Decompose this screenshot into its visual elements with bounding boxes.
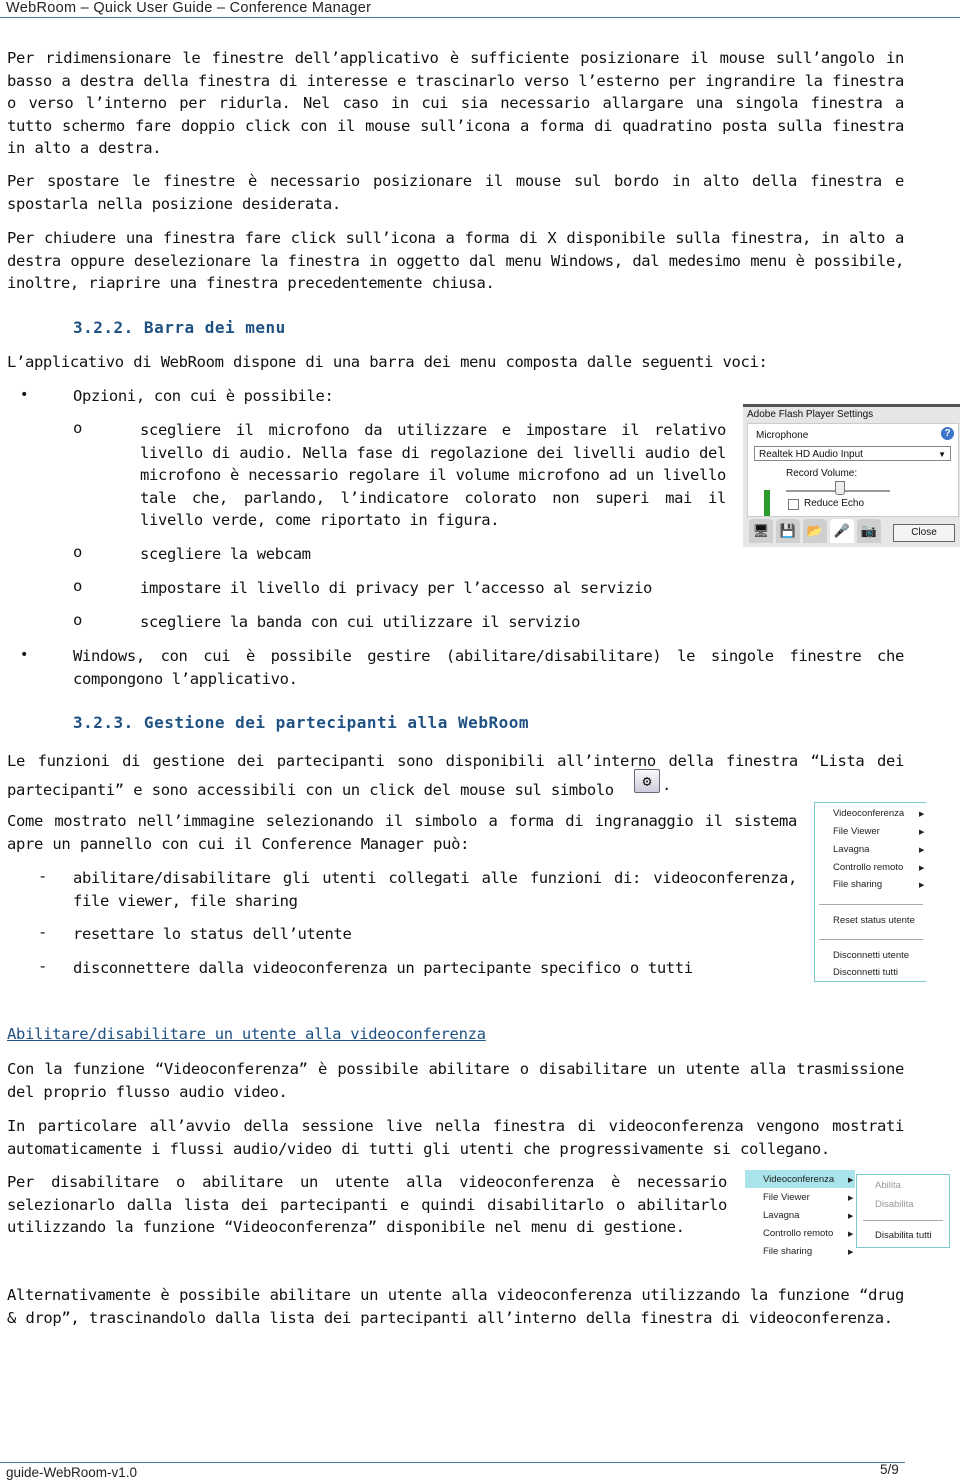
record-volume-label: Record Volume: <box>786 468 858 479</box>
help-icon[interactable]: ? <box>941 427 954 440</box>
menu-item-videoconferenza[interactable]: Videoconferenza <box>833 808 904 819</box>
manager-menu: Videoconferenza ▶ File Viewer ▶ Lavagna … <box>814 802 926 982</box>
chevron-down-icon: ▼ <box>938 450 946 459</box>
action-reset-status: resettare lo status dell’utente <box>73 925 352 943</box>
dash-icon: - <box>38 923 48 941</box>
paragraph-end: . <box>662 776 672 794</box>
bullet-icon: • <box>20 647 29 663</box>
sub-bullet-webcam: scegliere la webcam <box>140 545 311 563</box>
chevron-right-icon: ▶ <box>919 865 925 872</box>
heading-enable-user: Abilitare/disabilitare un utente alla vi… <box>7 1025 486 1043</box>
sub-bullet-icon: o <box>73 419 83 437</box>
flash-section-label: Microphone <box>756 430 809 441</box>
audio-level-meter <box>764 490 770 516</box>
flash-settings-panel: Adobe Flash Player Settings Microphone ?… <box>743 404 960 547</box>
menu-item-disconnect-all[interactable]: Disconnetti tutti <box>833 967 898 978</box>
flash-microphone-box: Microphone ? Realtek HD Audio Input ▼ Re… <box>747 423 959 517</box>
paragraph-video-4: Alternativamente è possibile abilitare u… <box>7 1286 904 1327</box>
video-submenu: Abilita Disabilita Disabilita tutti <box>856 1174 950 1248</box>
paragraph-participants-1: Le funzioni di gestione dei partecipanti… <box>7 752 904 799</box>
dash-icon: - <box>38 867 48 885</box>
menu-item-controllo-remoto[interactable]: Controllo remoto <box>833 862 903 873</box>
action-disconnect: disconnettere dalla videoconferenza un p… <box>73 959 693 977</box>
sub-bullet-microphone: scegliere il microfono da utilizzare e i… <box>140 421 726 529</box>
paragraph-close: Per chiudere una finestra fare click sul… <box>7 229 904 292</box>
paragraph-video-1: Con la funzione “Videoconferenza” è poss… <box>7 1060 904 1101</box>
dash-icon: - <box>38 957 48 975</box>
page-number: 5/9 <box>880 1462 899 1477</box>
chevron-right-icon: ▶ <box>919 847 925 854</box>
webcam-tab-icon[interactable]: 📷 <box>857 519 881 543</box>
chevron-right-icon: ▶ <box>848 1213 854 1220</box>
menu-item-file-sharing[interactable]: File sharing <box>833 879 882 890</box>
sub-bullet-bandwidth: scegliere la banda con cui utilizzare il… <box>140 613 581 631</box>
menu-item-controllo-remoto[interactable]: Controllo remoto <box>763 1228 833 1239</box>
menu-divider <box>819 904 923 905</box>
menu-item-disconnect-user[interactable]: Disconnetti utente <box>833 950 909 961</box>
menu-item-videoconferenza[interactable]: Videoconferenza <box>763 1174 834 1185</box>
chevron-right-icon: ▶ <box>848 1249 854 1256</box>
flash-panel-title: Adobe Flash Player Settings <box>747 409 874 420</box>
sub-bullet-icon: o <box>73 577 83 595</box>
video-menu: Videoconferenza ▶ File Viewer ▶ Lavagna … <box>745 1170 855 1265</box>
menu-divider <box>819 939 923 940</box>
sub-bullet-privacy: impostare il livello di privacy per l’ac… <box>140 579 652 597</box>
microphone-select[interactable]: Realtek HD Audio Input ▼ <box>754 446 951 461</box>
chevron-right-icon: ▶ <box>919 882 925 889</box>
paragraph-menu-intro: L’applicativo di WebRoom dispone di una … <box>7 353 768 371</box>
chevron-right-icon: ▶ <box>919 829 925 836</box>
gear-icon[interactable]: ⚙ <box>634 769 660 793</box>
menu-item-file-sharing[interactable]: File sharing <box>763 1246 812 1257</box>
microphone-select-value: Realtek HD Audio Input <box>759 449 863 460</box>
header-divider <box>0 17 960 18</box>
bullet-options: Opzioni, con cui è possibile: <box>73 387 334 405</box>
action-enable-disable: abilitare/disabilitare gli utenti colleg… <box>73 869 797 910</box>
menu-item-lavagna[interactable]: Lavagna <box>833 844 869 855</box>
microphone-tab-icon[interactable]: 🎤 <box>830 519 854 543</box>
paragraph-resize: Per ridimensionare le finestre dell’appl… <box>7 49 904 157</box>
record-volume-slider-handle[interactable] <box>835 481 845 495</box>
folder-tab-icon[interactable]: 📂 <box>803 519 827 543</box>
heading-menu-bar: 3.2.2. Barra dei menu <box>73 318 286 337</box>
page-header: WebRoom – Quick User Guide – Conference … <box>0 0 960 18</box>
storage-tab-icon[interactable]: 💾 <box>776 519 800 543</box>
paragraph-participants-2: Come mostrato nell’immagine selezionando… <box>7 812 797 853</box>
submenu-item-disabilita-tutti[interactable]: Disabilita tutti <box>875 1230 932 1241</box>
reduce-echo-label: Reduce Echo <box>804 498 865 509</box>
heading-participants: 3.2.3. Gestione dei partecipanti alla We… <box>73 713 529 732</box>
sub-bullet-icon: o <box>73 611 83 629</box>
paragraph-video-2: In particolare all’avvio della sessione … <box>7 1117 904 1158</box>
chevron-right-icon: ▶ <box>919 811 925 818</box>
paragraph-move: Per spostare le finestre è necessario po… <box>7 172 904 213</box>
footer-doc-id: guide-WebRoom-v1.0 <box>6 1465 138 1480</box>
menu-item-file-viewer[interactable]: File Viewer <box>763 1192 810 1203</box>
chevron-right-icon: ▶ <box>848 1195 854 1202</box>
close-button[interactable]: Close <box>893 524 955 542</box>
header-title: WebRoom – Quick User Guide – Conference … <box>6 0 372 16</box>
submenu-item-abilita[interactable]: Abilita <box>875 1180 901 1191</box>
chevron-right-icon: ▶ <box>848 1231 854 1238</box>
menu-item-reset-status[interactable]: Reset status utente <box>833 915 915 926</box>
chevron-right-icon: ▶ <box>848 1177 854 1184</box>
paragraph-video-3: Per disabilitare o abilitare un utente a… <box>7 1173 727 1236</box>
sub-bullet-icon: o <box>73 543 83 561</box>
menu-divider <box>863 1220 943 1221</box>
footer-divider <box>0 1462 905 1463</box>
privacy-tab-icon[interactable]: 🖥 <box>749 519 773 543</box>
reduce-echo-checkbox[interactable] <box>788 499 799 510</box>
menu-item-file-viewer[interactable]: File Viewer <box>833 826 880 837</box>
submenu-item-disabilita[interactable]: Disabilita <box>875 1199 914 1210</box>
menu-item-lavagna[interactable]: Lavagna <box>763 1210 799 1221</box>
bullet-windows: Windows, con cui è possibile gestire (ab… <box>73 647 904 688</box>
bullet-icon: • <box>20 387 29 403</box>
